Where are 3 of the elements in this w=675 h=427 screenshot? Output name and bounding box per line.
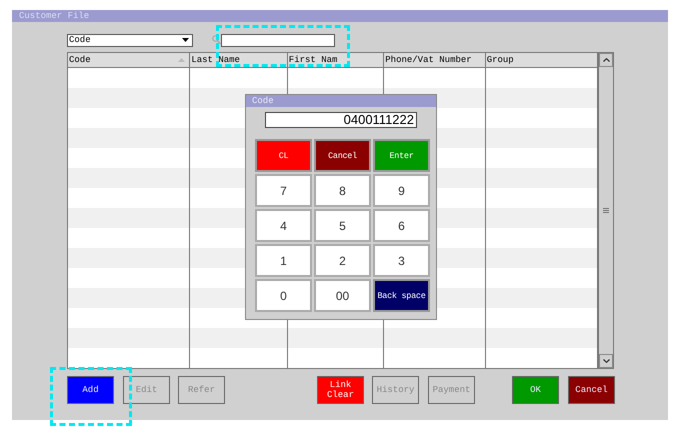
number-display: 0400111222 xyxy=(265,112,417,128)
dialog-title: Code xyxy=(246,95,436,107)
window-title: Customer File xyxy=(12,10,668,22)
